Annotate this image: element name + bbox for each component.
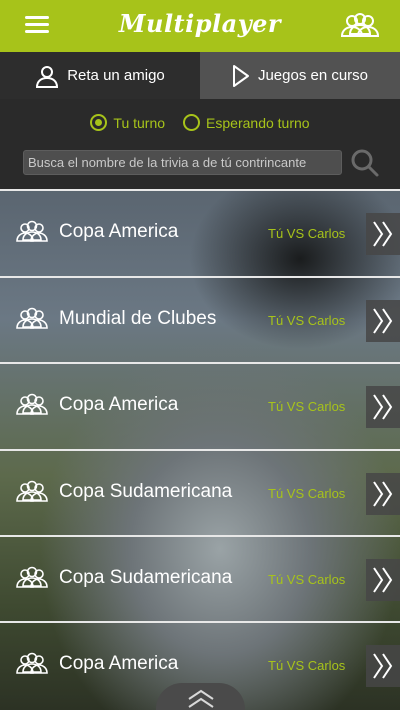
tab-label: Reta un amigo	[67, 67, 165, 84]
users-icon[interactable]	[340, 12, 380, 40]
turn-filter: Tu turno Esperando turno	[0, 114, 400, 131]
game-title: Copa Sudamericana	[59, 567, 233, 588]
tab-challenge-friend[interactable]: Reta un amigo	[0, 52, 200, 99]
game-title: Copa Sudamericana	[59, 481, 233, 502]
top-bar: Multiplayer	[0, 0, 400, 52]
games-list: Copa America Tú VS Carlos Mundial de Clu…	[0, 189, 400, 710]
game-row[interactable]: Copa Sudamericana Tú VS Carlos	[0, 449, 400, 535]
game-opponent: Tú VS Carlos	[268, 226, 346, 241]
tab-bar: Reta un amigo Juegos en curso	[0, 52, 400, 99]
scroll-up-button[interactable]	[156, 683, 245, 710]
radio-label: Tu turno	[113, 114, 166, 131]
game-row[interactable]: Copa Sudamericana Tú VS Carlos	[0, 535, 400, 621]
double-chevron-up-icon	[187, 689, 214, 708]
game-opponent: Tú VS Carlos	[268, 399, 346, 414]
group-icon	[16, 566, 48, 588]
tab-games-in-progress[interactable]: Juegos en curso	[200, 52, 400, 99]
search-input[interactable]	[23, 150, 342, 175]
group-icon	[16, 652, 48, 674]
double-chevron-right-icon[interactable]	[366, 559, 400, 601]
double-chevron-right-icon[interactable]	[366, 213, 400, 255]
game-opponent: Tú VS Carlos	[268, 486, 346, 501]
play-icon	[232, 64, 249, 87]
radio-your-turn[interactable]: Tu turno	[90, 114, 165, 131]
radio-unselected-icon	[183, 114, 201, 131]
game-row[interactable]: Copa America Tú VS Carlos	[0, 189, 400, 275]
group-icon	[16, 480, 48, 502]
game-title: Copa America	[59, 221, 179, 242]
search-icon[interactable]	[350, 148, 380, 178]
user-icon	[36, 65, 59, 88]
group-icon	[16, 307, 48, 329]
group-icon	[16, 393, 48, 415]
tab-label: Juegos en curso	[257, 67, 369, 84]
double-chevron-right-icon[interactable]	[366, 300, 400, 342]
radio-waiting-turn[interactable]: Esperando turno	[183, 114, 310, 131]
game-title: Copa America	[59, 394, 179, 415]
app-screen: Multiplayer Reta un amigo Juegos en curs…	[0, 0, 400, 710]
game-opponent: Tú VS Carlos	[268, 313, 346, 328]
radio-selected-icon	[90, 114, 108, 131]
game-row[interactable]: Copa America Tú VS Carlos	[0, 362, 400, 448]
radio-label: Esperando turno	[206, 114, 310, 131]
double-chevron-right-icon[interactable]	[366, 645, 400, 687]
game-title: Copa America	[59, 653, 179, 674]
double-chevron-right-icon[interactable]	[366, 473, 400, 515]
game-title: Mundial de Clubes	[59, 308, 217, 329]
game-row[interactable]: Mundial de Clubes Tú VS Carlos	[0, 276, 400, 362]
game-opponent: Tú VS Carlos	[268, 658, 346, 673]
filter-panel: Tu turno Esperando turno	[0, 99, 400, 189]
game-opponent: Tú VS Carlos	[268, 572, 346, 587]
double-chevron-right-icon[interactable]	[366, 386, 400, 428]
group-icon	[16, 220, 48, 242]
